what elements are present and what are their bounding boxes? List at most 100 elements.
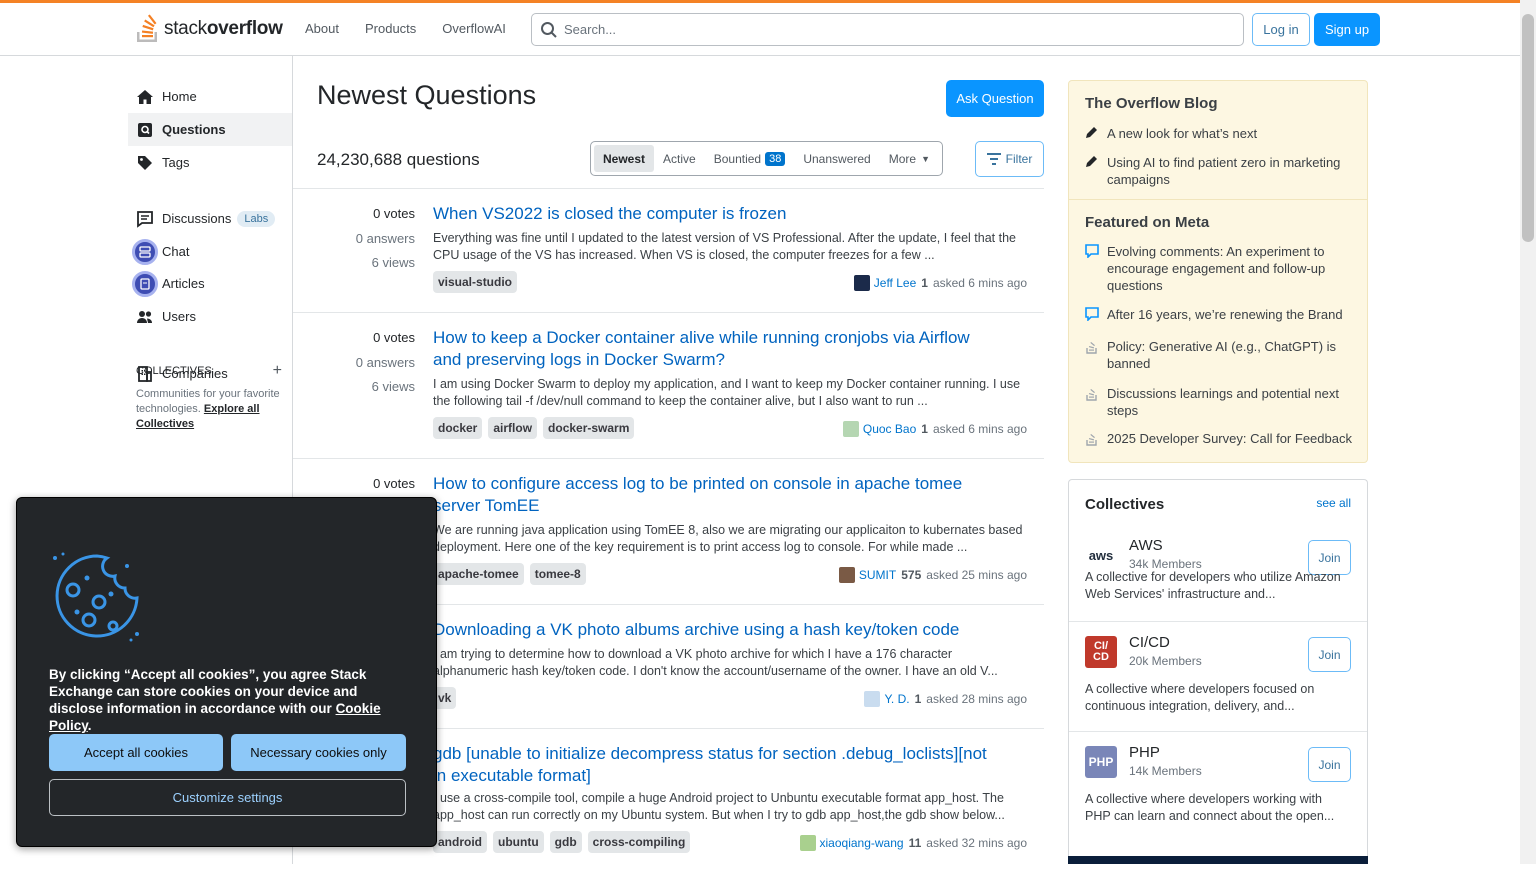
avatar[interactable]	[853, 275, 870, 291]
filter-button[interactable]: Filter	[975, 141, 1044, 177]
avatar[interactable]	[838, 567, 855, 583]
tag[interactable]: apache-tomee	[433, 563, 524, 585]
nav-overflowai[interactable]: OverflowAI	[430, 15, 520, 42]
filter-label: Filter	[1005, 152, 1033, 166]
logo-text: stackoverflow	[164, 18, 283, 39]
tag[interactable]: tomee-8	[529, 563, 586, 585]
tag[interactable]: android	[433, 831, 487, 853]
see-all-link[interactable]: see all	[1316, 496, 1351, 510]
customize-settings-button[interactable]: Customize settings	[49, 779, 406, 816]
asked-time[interactable]: asked 28 mins ago	[926, 692, 1027, 706]
necessary-cookies-button[interactable]: Necessary cookies only	[231, 734, 406, 771]
avatar[interactable]	[799, 835, 816, 851]
asked-time[interactable]: asked 6 mins ago	[933, 422, 1027, 436]
discussions-icon	[136, 210, 154, 228]
tag[interactable]: docker-swarm	[543, 417, 635, 439]
sidebar-item-home[interactable]: Home	[128, 80, 292, 113]
question-title[interactable]: Downloading a VK photo albums archive us…	[433, 619, 993, 641]
ask-question-button[interactable]: Ask Question	[946, 80, 1044, 117]
user-link[interactable]: SUMIT	[859, 568, 896, 582]
cookie-text-main: By clicking “Accept all cookies”, you ag…	[49, 667, 367, 716]
tab-more[interactable]: More ▼	[880, 145, 939, 172]
accept-all-cookies-button[interactable]: Accept all cookies	[49, 734, 223, 771]
reputation: 1	[914, 692, 922, 706]
sidebar-item-chat[interactable]: Chat	[128, 235, 292, 268]
login-button[interactable]: Log in	[1252, 13, 1310, 46]
collectives-widget: Collectives see all aws AWS 34k Members …	[1068, 479, 1368, 864]
php-logo[interactable]: PHP	[1085, 746, 1117, 778]
question-title[interactable]: gdb [unable to initialize decompress sta…	[433, 743, 993, 787]
question-tags: apache-tomee tomee-8	[433, 563, 586, 585]
blog-item[interactable]: Using AI to find patient zero in marketi…	[1085, 154, 1355, 188]
nav-products[interactable]: Products	[353, 15, 430, 42]
meta-item[interactable]: Policy: Generative AI (e.g., ChatGPT) is…	[1085, 338, 1355, 372]
cicd-logo[interactable]: CI/ CD	[1085, 636, 1117, 668]
sidebar-item-label: Discussions	[162, 211, 232, 226]
user-link[interactable]: Quoc Bao	[863, 422, 916, 436]
aws-logo[interactable]: aws	[1085, 539, 1117, 571]
question-title[interactable]: How to keep a Docker container alive whi…	[433, 327, 993, 371]
answer-count: 0 answers	[355, 354, 415, 370]
user-link[interactable]: Y. D.	[884, 692, 909, 706]
asked-time[interactable]: asked 25 mins ago	[926, 568, 1027, 582]
sidebar-item-discussions[interactable]: Discussions Labs	[128, 202, 292, 235]
collective-name[interactable]: CI/CD	[1129, 634, 1170, 651]
stack-exchange-icon	[1085, 431, 1099, 450]
add-collective-icon[interactable]: +	[273, 363, 282, 379]
tag[interactable]: docker	[433, 417, 483, 439]
search-placeholder: Search...	[564, 22, 617, 37]
join-button[interactable]: Join	[1308, 747, 1351, 782]
blog-item[interactable]: A new look for what’s next	[1085, 125, 1355, 143]
tag[interactable]: airflow	[488, 417, 538, 439]
tab-unanswered[interactable]: Unanswered	[794, 145, 879, 172]
signup-button[interactable]: Sign up	[1314, 13, 1380, 46]
avatar[interactable]	[864, 691, 881, 707]
divider	[1069, 199, 1367, 200]
tag[interactable]: cross-compiling	[587, 831, 691, 853]
avatar[interactable]	[842, 421, 859, 437]
user-link[interactable]: xiaoqiang-wang	[820, 836, 904, 850]
pencil-icon	[1085, 126, 1099, 143]
question-excerpt: Everything was fine until I updated to t…	[433, 231, 1016, 262]
asked-time[interactable]: asked 32 mins ago	[926, 836, 1027, 850]
scrollbar[interactable]	[1520, 0, 1536, 864]
question-title[interactable]: How to configure access log to be printe…	[433, 473, 993, 517]
nav-about[interactable]: About	[293, 15, 353, 42]
question-excerpt: I am using Docker Swarm to deploy my app…	[433, 377, 1021, 408]
user-link[interactable]: Jeff Lee	[874, 276, 916, 290]
tag[interactable]: gdb	[549, 831, 582, 853]
collective-name[interactable]: AWS	[1129, 537, 1163, 554]
meta-item[interactable]: Evolving comments: An experiment to enco…	[1085, 243, 1355, 294]
collective-name[interactable]: PHP	[1129, 744, 1160, 761]
blog-item-text[interactable]: A new look for what’s next	[1107, 125, 1257, 143]
search-input[interactable]: Search...	[531, 13, 1244, 46]
meta-item-text[interactable]: After 16 years, we’re renewing the Brand	[1107, 306, 1343, 325]
tag[interactable]: visual-studio	[433, 271, 518, 293]
collective-item: aws AWS 34k Members Join A collective fo…	[1069, 525, 1367, 621]
scrollbar-thumb[interactable]	[1522, 14, 1534, 242]
meta-item-text[interactable]: 2025 Developer Survey: Call for Feedback	[1107, 430, 1352, 450]
tab-newest[interactable]: Newest	[594, 145, 655, 172]
meta-item-text[interactable]: Policy: Generative AI (e.g., ChatGPT) is…	[1107, 338, 1355, 372]
meta-item[interactable]: 2025 Developer Survey: Call for Feedback	[1085, 430, 1355, 450]
meta-item[interactable]: After 16 years, we’re renewing the Brand	[1085, 306, 1355, 325]
join-button[interactable]: Join	[1308, 637, 1351, 672]
home-icon	[136, 88, 154, 106]
sidebar-item-users[interactable]: Users	[128, 300, 292, 333]
blog-item-text[interactable]: Using AI to find patient zero in marketi…	[1107, 154, 1355, 188]
meta-item[interactable]: Discussions learnings and potential next…	[1085, 385, 1355, 419]
question-title[interactable]: When VS2022 is closed the computer is fr…	[433, 203, 993, 225]
sidebar-item-articles[interactable]: Articles	[128, 267, 292, 300]
sidebar-item-questions[interactable]: Questions	[128, 113, 292, 146]
sidebar-item-tags[interactable]: Tags	[128, 146, 292, 179]
sort-tabs: Newest Active Bountied 38 Unanswered More…	[590, 141, 943, 176]
tag[interactable]: ubuntu	[493, 831, 544, 853]
reputation: 1	[921, 276, 928, 290]
meta-item-text[interactable]: Discussions learnings and potential next…	[1107, 385, 1355, 419]
stackoverflow-logo[interactable]: stackoverflow	[135, 12, 283, 46]
tab-active[interactable]: Active	[654, 145, 705, 172]
asked-time[interactable]: asked 6 mins ago	[933, 276, 1027, 290]
tab-bountied[interactable]: Bountied 38	[705, 145, 795, 172]
meta-item-text[interactable]: Evolving comments: An experiment to enco…	[1107, 243, 1355, 294]
question-row: 0 votes 0 answers 6 views When VS2022 is…	[293, 189, 1044, 313]
